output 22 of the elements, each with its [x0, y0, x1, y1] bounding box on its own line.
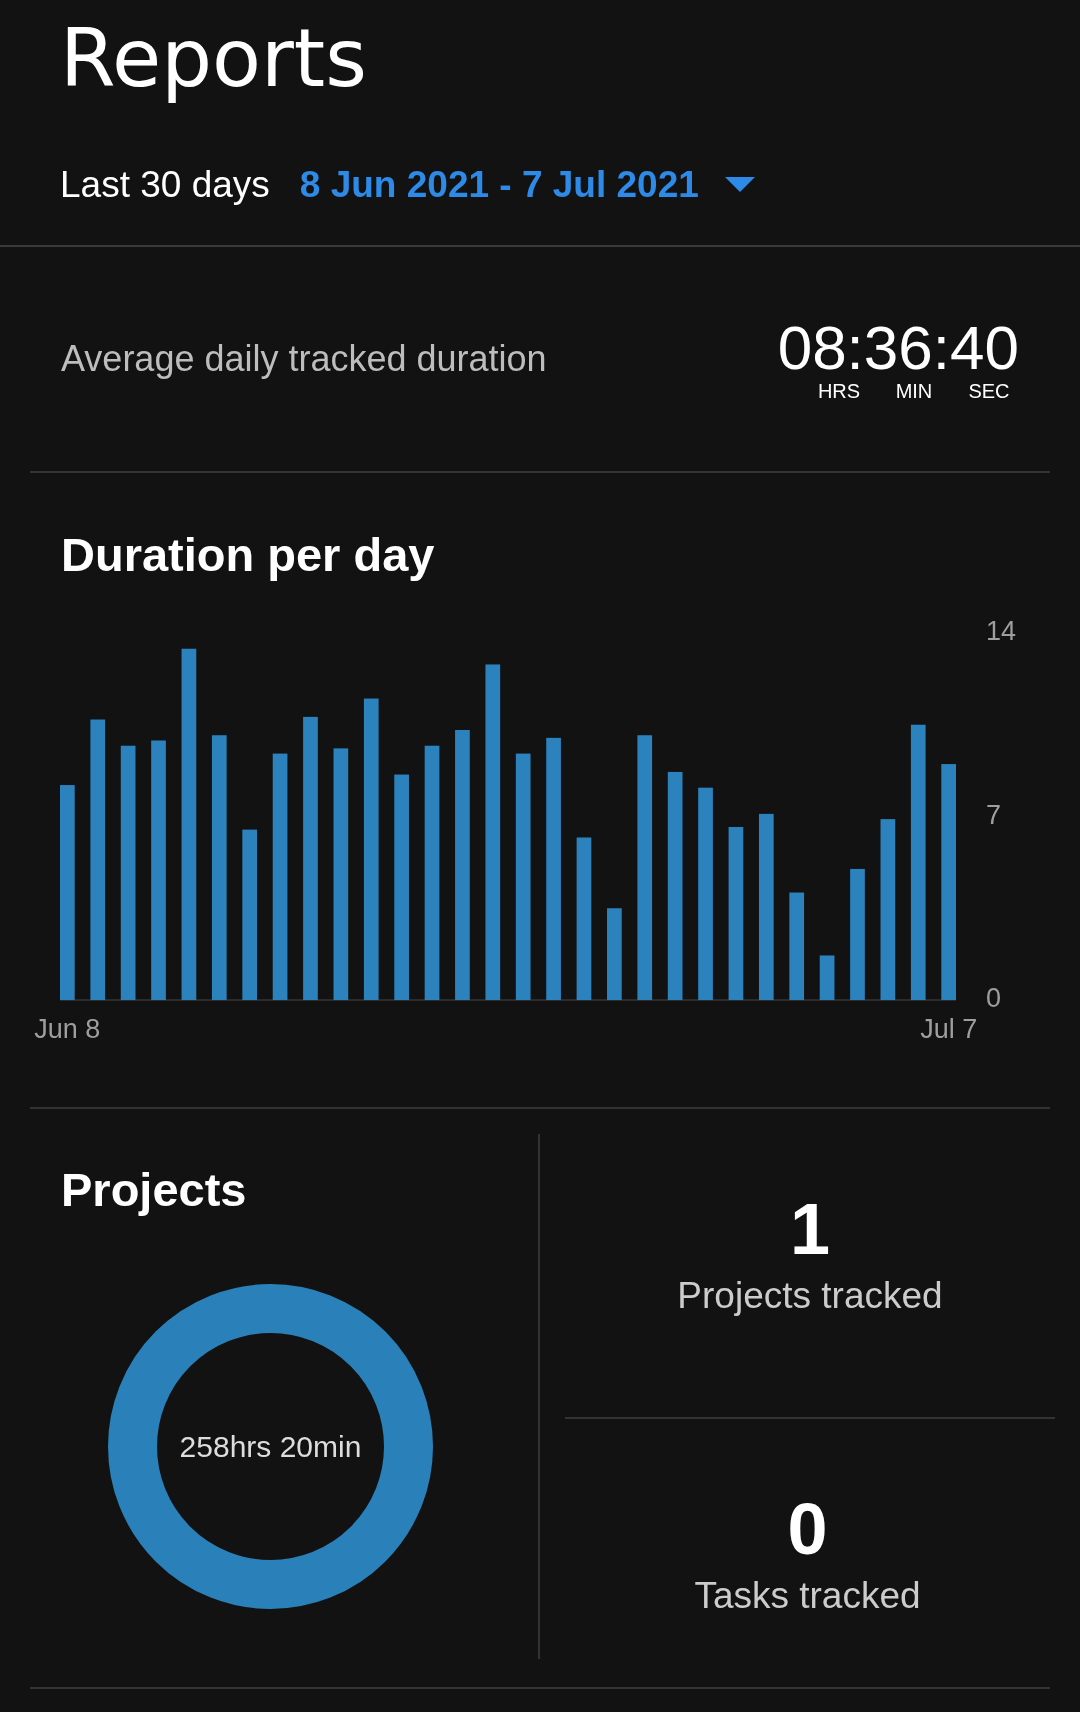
stat-label: Tasks tracked [694, 1575, 921, 1617]
x-axis-label: Jul 7 [920, 1014, 978, 1044]
average-label: Average daily tracked duration [61, 338, 547, 380]
unit-label: HRS [816, 379, 862, 403]
x-axis-label: Jun 8 [34, 1014, 101, 1044]
y-axis-label: 0 [986, 983, 1002, 1014]
y-axis-label: 7 [986, 799, 1002, 830]
page-title: Reports [60, 11, 368, 104]
date-range-dropdown[interactable]: 8 Jun 2021 - 7 Jul 2021 [299, 164, 755, 206]
dropdown-caret-icon [724, 177, 755, 193]
range-label: Last 30 days [60, 164, 270, 206]
unit-label: MIN [894, 379, 934, 403]
duration-bar [819, 955, 835, 1000]
section-title: Projects [61, 1164, 248, 1216]
duration-value: 08:36:40 [777, 315, 1019, 380]
stat-count: 1 [789, 1189, 830, 1269]
stat-label: Projects tracked [677, 1275, 943, 1317]
y-axis-label: 14 [986, 616, 1017, 647]
stat-count: 0 [787, 1489, 828, 1569]
section-title: Duration per day [61, 529, 436, 581]
unit-label: SEC [967, 379, 1011, 403]
total-duration: 258hrs 20min [179, 1429, 362, 1464]
